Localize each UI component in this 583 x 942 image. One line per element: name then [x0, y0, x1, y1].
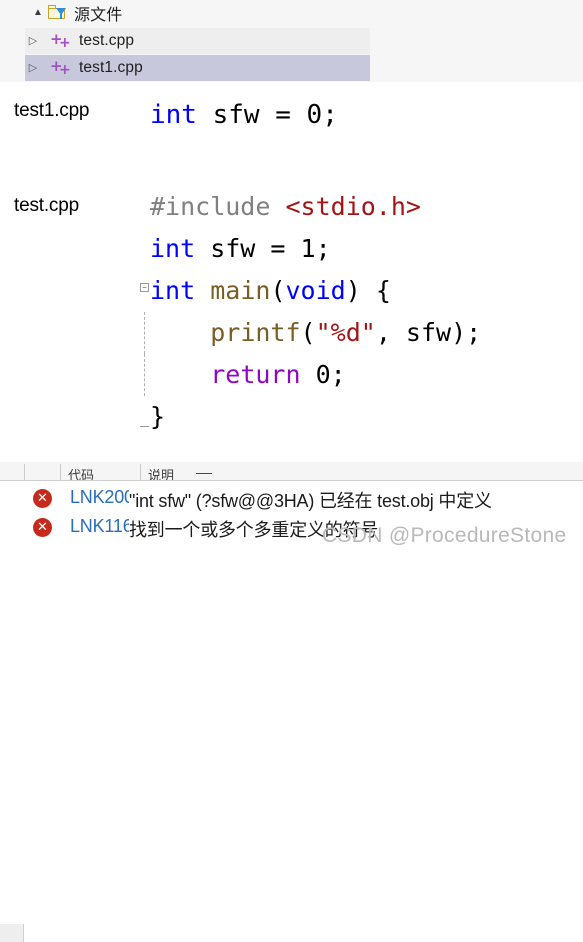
code-token-ctrl: return — [210, 360, 301, 389]
cpp-file-icon: + + — [50, 30, 71, 51]
error-row[interactable]: ✕ LNK1169 找到一个或多个多重定义的符号 — [0, 513, 583, 542]
code-token-plain: ( — [270, 276, 286, 305]
solution-explorer-tree: ▲ 源文件 ▷ + + test.cpp ▷ + + test1.cpp — [0, 0, 583, 82]
expander-expand-icon[interactable]: ▷ — [25, 35, 41, 47]
tree-item-label: 源文件 — [74, 7, 123, 24]
code-token-plain: sfw = 0; — [196, 100, 338, 130]
tree-item-label: test.cpp — [79, 32, 135, 49]
tree-item-source-files[interactable]: ▲ 源文件 — [30, 0, 370, 26]
code-token-plain: 0; — [300, 360, 346, 389]
code-fold-guide-line — [144, 354, 145, 396]
error-list-header: 代码 说明 — [0, 462, 583, 481]
code-fold-end-marker — [140, 426, 149, 427]
code-token-kw: int — [150, 100, 197, 130]
error-row[interactable]: ✕ LNK2005 "int sfw" (?sfw@@3HA) 已经在 test… — [0, 484, 583, 513]
code-token-plain: } — [150, 402, 166, 431]
code-line: int sfw = 0; — [150, 94, 338, 136]
code-token-plain: ( — [300, 318, 316, 347]
code-token-pp: #include — [150, 192, 271, 221]
column-header-description[interactable]: 说明 — [148, 469, 174, 480]
error-list-panel: 代码 说明 ✕ LNK2005 "int sfw" (?sfw@@3HA) 已经… — [0, 462, 583, 942]
code-token-kw: int — [150, 234, 196, 263]
tree-item-test1-cpp[interactable]: ▷ + + test1.cpp — [25, 55, 370, 81]
code-block-test1-cpp[interactable]: int sfw = 0; — [150, 94, 338, 136]
file-label-test1-cpp: test1.cpp — [14, 100, 90, 121]
code-token-plain: sfw = 1; — [195, 234, 331, 263]
error-code-link[interactable]: LNK1169 — [70, 516, 129, 537]
error-description: "int sfw" (?sfw@@3HA) 已经在 test.obj 中定义 — [129, 491, 492, 511]
code-token-fn: main — [210, 276, 271, 305]
error-description: 找到一个或多个多重定义的符号 — [129, 520, 379, 540]
code-fold-collapse-icon[interactable]: − — [140, 283, 149, 292]
file-label-test-cpp: test.cpp — [14, 195, 79, 216]
code-token-kw: int — [150, 276, 196, 305]
cpp-file-icon: + + — [50, 57, 71, 78]
column-resize-handle[interactable] — [196, 473, 212, 474]
error-list-gutter — [0, 924, 24, 942]
tree-item-test-cpp[interactable]: ▷ + + test.cpp — [25, 28, 370, 54]
column-header-code[interactable]: 代码 — [68, 469, 94, 480]
code-token-plain: , sfw); — [375, 318, 482, 347]
error-circle-icon: ✕ — [33, 518, 52, 537]
code-line: printf("%d", sfw); — [144, 312, 482, 354]
code-block-test-cpp[interactable]: #include <stdio.h> int sfw = 1; − int main(… — [140, 186, 482, 438]
error-circle-icon: ✕ — [33, 489, 52, 508]
code-line: − int main(void) { — [140, 270, 481, 312]
code-line: } — [140, 396, 481, 438]
tree-item-label: test1.cpp — [79, 59, 143, 76]
code-line: int sfw = 1; — [150, 228, 481, 270]
code-fold-guide-line — [144, 312, 145, 354]
code-token-plain: ) { — [345, 276, 391, 305]
code-token-header: <stdio.h> — [285, 192, 421, 221]
error-code-link[interactable]: LNK2005 — [70, 487, 129, 508]
expander-collapse-icon[interactable]: ▲ — [30, 8, 46, 18]
code-token-str: "%d" — [315, 318, 376, 347]
expander-expand-icon[interactable]: ▷ — [25, 62, 41, 74]
code-token-kw: void — [285, 276, 346, 305]
code-token-fn: printf — [210, 318, 301, 347]
code-line: #include <stdio.h> — [150, 186, 481, 228]
code-line: return 0; — [144, 354, 481, 396]
filter-folder-icon — [48, 5, 68, 21]
